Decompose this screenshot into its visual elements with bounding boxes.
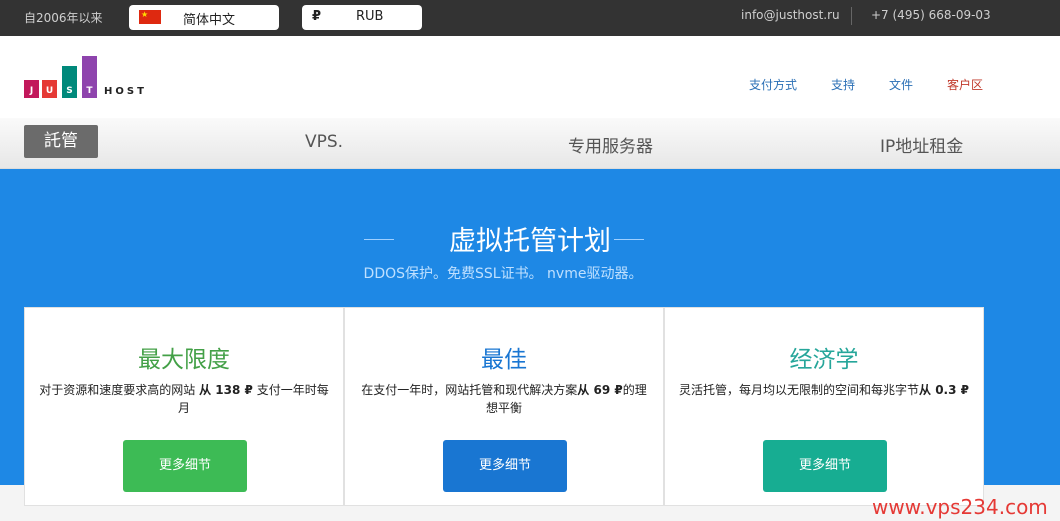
language-selector[interactable]: ★ 简体中文 [129, 5, 279, 30]
site-header: J U S T HOST 支付方式 支持 文件 客户区 [0, 36, 1060, 118]
plan-price: 从 138 ₽ [199, 383, 253, 397]
more-details-button[interactable]: 更多细节 [763, 440, 887, 492]
china-flag-icon: ★ [139, 10, 161, 24]
plan-desc-text: 对于资源和速度要求高的网站 [39, 383, 200, 397]
since-text: 自2006年以来 [24, 11, 103, 25]
nav-payment-link[interactable]: 支付方式 [749, 76, 797, 93]
menu-item-dedicated[interactable]: 专用服务器 [568, 132, 653, 157]
currency-selector[interactable]: ₽ RUB [302, 5, 422, 30]
plan-card-best: 最佳 在支付一年时，网站托管和现代解决方案从 69 ₽的理想平衡 更多细节 [344, 307, 664, 506]
watermark-text: www.vps234.com [872, 495, 1048, 519]
logo-bar-j: J [24, 80, 39, 98]
plan-title: 经济学 [789, 347, 859, 373]
logo-letter-j: J [29, 86, 34, 96]
nav-docs-link[interactable]: 文件 [889, 76, 913, 93]
plan-price: 从 69 ₽ [577, 383, 623, 397]
plan-desc-text: 在支付一年时，网站托管和现代解决方案 [361, 383, 578, 397]
contact-email-link[interactable]: info@justhost.ru [741, 8, 840, 22]
plan-title: 最大限度 [138, 347, 230, 373]
topbar-divider [851, 7, 852, 25]
plan-description: 在支付一年时，网站托管和现代解决方案从 69 ₽的理想平衡 [357, 381, 651, 417]
plan-card-economy: 经济学 灵活托管，每月均以无限制的空间和每兆字节从 0.3 ₽ 更多细节 [664, 307, 984, 506]
more-details-button[interactable]: 更多细节 [443, 440, 567, 492]
logo-host-text: HOST [104, 86, 147, 97]
logo-bar-s: S [62, 66, 77, 98]
plan-card-max: 最大限度 对于资源和速度要求高的网站 从 138 ₽ 支付一年时每月 更多细节 [24, 307, 344, 506]
contact-phone-link[interactable]: +7 (495) 668-09-03 [871, 8, 991, 22]
logo-bar-u: U [42, 80, 57, 98]
main-menu: 託管 VPS. 专用服务器 IP地址租金 [0, 118, 1060, 169]
hero-subtitle: DDOS保护。免费SSL证书。 nvme驱动器。 [363, 266, 643, 282]
plan-price: 从 0.3 ₽ [919, 383, 969, 397]
logo-letter-t: T [86, 86, 93, 96]
justhost-logo[interactable]: J U S T HOST [24, 54, 164, 100]
top-bar: 自2006年以来 ★ 简体中文 ₽ RUB info@justhost.ru +… [0, 0, 1060, 36]
plan-desc-text: 灵活托管，每月均以无限制的空间和每兆字节 [679, 383, 920, 397]
menu-item-vps[interactable]: VPS. [305, 132, 343, 152]
hero-title: 虚拟托管计划 [449, 226, 611, 257]
plan-title: 最佳 [481, 347, 527, 373]
hero-title-line-right [614, 239, 644, 240]
plan-description: 对于资源和速度要求高的网站 从 138 ₽ 支付一年时每月 [37, 381, 331, 417]
ruble-icon: ₽ [312, 9, 322, 24]
logo-letter-u: U [45, 86, 54, 96]
nav-support-link[interactable]: 支持 [831, 76, 855, 93]
more-details-button[interactable]: 更多细节 [123, 440, 247, 492]
currency-label: RUB [356, 9, 384, 24]
menu-item-ip-rent[interactable]: IP地址租金 [880, 132, 963, 157]
nav-client-area-link[interactable]: 客户区 [947, 76, 983, 93]
menu-item-hosting[interactable]: 託管 [24, 125, 98, 158]
language-label: 简体中文 [183, 13, 236, 28]
logo-bar-t: T [82, 56, 97, 98]
logo-letter-s: S [66, 86, 73, 96]
plan-description: 灵活托管，每月均以无限制的空间和每兆字节从 0.3 ₽ [677, 381, 971, 399]
